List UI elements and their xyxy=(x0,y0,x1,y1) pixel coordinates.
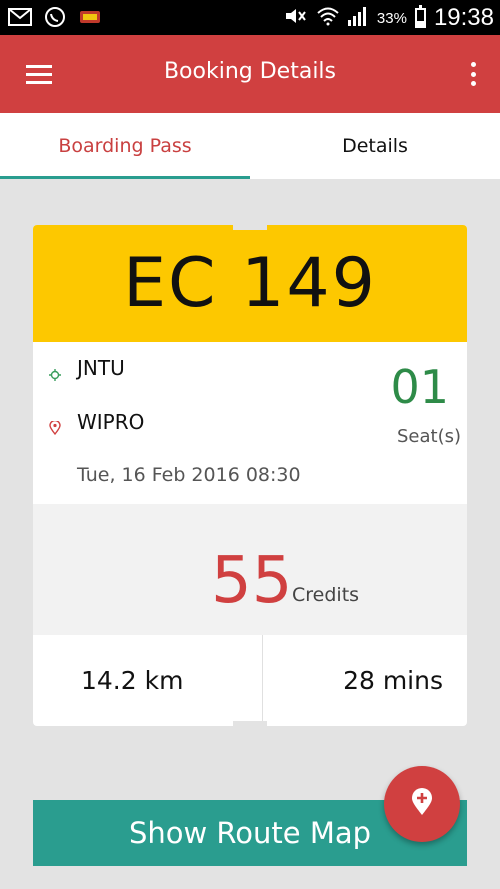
route-section: JNTU WIPRO Tue, 16 Feb 2016 08:30 01 Sea… xyxy=(33,342,467,504)
status-bar: 33% 19:38 xyxy=(0,0,500,35)
seat-count-label: Seat(s) xyxy=(396,426,461,447)
trip-stats: 14.2 km 28 mins xyxy=(33,635,467,726)
wifi-icon xyxy=(317,6,339,31)
page-title: Booking Details xyxy=(163,59,337,84)
signal-icon xyxy=(347,6,369,31)
tab-bar: Boarding Pass Details xyxy=(0,113,500,179)
app-bar: Booking Details xyxy=(0,35,500,113)
mute-icon xyxy=(283,6,309,31)
vehicle-header: EC 149 xyxy=(33,225,467,342)
vehicle-number: EC 149 xyxy=(123,244,377,323)
credits-label: Credits xyxy=(292,584,360,606)
tab-details[interactable]: Details xyxy=(250,113,500,179)
credits-section: 55 Credits xyxy=(33,504,467,635)
origin-name: JNTU xyxy=(77,356,125,380)
ticket-notch xyxy=(233,225,267,230)
battery-icon xyxy=(414,5,426,28)
route-from: JNTU xyxy=(49,356,125,381)
departure-datetime: Tue, 16 Feb 2016 08:30 xyxy=(77,464,301,486)
route-to: WIPRO xyxy=(49,410,145,436)
destination-pin-icon xyxy=(49,416,61,436)
seat-count: 01 xyxy=(390,360,449,414)
trip-duration: 28 mins xyxy=(343,666,443,695)
tab-boarding-pass[interactable]: Boarding Pass xyxy=(0,113,250,179)
credits-value: 55 xyxy=(211,544,293,618)
add-location-fab[interactable] xyxy=(384,766,460,842)
more-vertical-icon[interactable] xyxy=(470,62,476,86)
mail-icon xyxy=(8,8,32,30)
destination-name: WIPRO xyxy=(77,410,145,434)
origin-pin-icon xyxy=(49,362,61,381)
boarding-pass-card: EC 149 JNTU WIPRO Tue, 16 Feb 2016 08:30… xyxy=(33,225,467,726)
ticket-notch-bottom xyxy=(233,721,267,726)
add-location-icon xyxy=(411,788,433,820)
app-icon xyxy=(78,8,102,30)
trip-distance: 14.2 km xyxy=(33,635,263,726)
battery-percent: 33% xyxy=(376,9,407,27)
clock: 19:38 xyxy=(433,4,494,31)
whatsapp-icon xyxy=(44,6,66,32)
